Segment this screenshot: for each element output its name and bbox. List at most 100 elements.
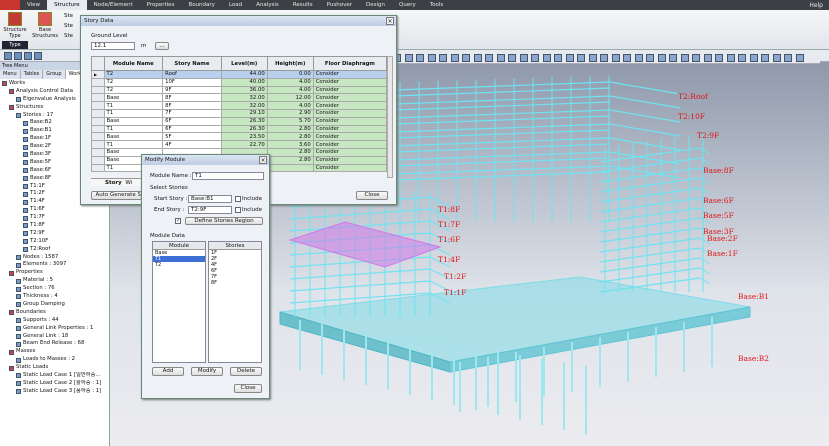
table-cell[interactable]: Base	[103, 116, 164, 126]
row-indicator[interactable]	[91, 116, 105, 126]
row-indicator[interactable]	[91, 155, 105, 165]
view-tool-icon[interactable]	[404, 54, 413, 62]
tree-item[interactable]: T2:10F	[0, 238, 109, 246]
stories-list[interactable]: Stories 1F 2F 4F 6F 7F 8F	[208, 241, 262, 363]
menu-design[interactable]: Design	[359, 0, 392, 10]
view-tool-icon[interactable]	[462, 54, 470, 62]
table-row[interactable]: T2 9F 36.00 4.00 Consider	[91, 85, 388, 95]
tree-item[interactable]: Static Loads	[0, 364, 109, 372]
row-indicator[interactable]	[91, 124, 105, 134]
table-cell[interactable]: Consider	[312, 116, 388, 126]
table-cell[interactable]: T2	[103, 85, 164, 95]
table-cell[interactable]: 4F	[162, 140, 222, 149]
add-button[interactable]: Add	[152, 367, 184, 376]
menu-results[interactable]: Results	[286, 0, 320, 10]
end-include-checkbox[interactable]	[235, 207, 241, 213]
table-row[interactable]: T1 6F 26.30 2.80 Consider	[91, 124, 388, 134]
row-indicator[interactable]	[91, 147, 105, 157]
view-tool-icon[interactable]	[554, 54, 562, 62]
tree-item[interactable]: Static Load Case 2 [활하중 : 1]	[0, 380, 109, 388]
help-menu[interactable]: Help	[809, 2, 829, 9]
view-tool-icon[interactable]	[749, 54, 758, 62]
view-tool-icon[interactable]	[485, 54, 493, 62]
tree-item[interactable]: Masses	[0, 348, 109, 356]
table-cell[interactable]: 2.80	[266, 124, 314, 134]
table-cell[interactable]: Consider	[312, 124, 388, 134]
row-indicator[interactable]	[91, 101, 105, 110]
view-tool-icon[interactable]	[450, 54, 459, 62]
view-tool-icon[interactable]	[473, 54, 482, 62]
view-tool-icon[interactable]	[726, 54, 735, 62]
table-cell[interactable]: Consider	[312, 163, 388, 173]
tree-item[interactable]: Thickness : 4	[0, 293, 109, 301]
menu-analysis[interactable]: Analysis	[249, 0, 286, 10]
table-cell[interactable]: 12.00	[266, 93, 314, 103]
menu-structure[interactable]: Structure	[47, 0, 87, 10]
end-story-select[interactable]: T2:9F	[188, 206, 232, 214]
menu-load[interactable]: Load	[222, 0, 249, 10]
table-cell[interactable]: Consider	[312, 70, 388, 79]
table-cell[interactable]: T1	[103, 108, 164, 118]
ground-level-input[interactable]: 12.1	[91, 42, 135, 50]
sheet-tab-wind[interactable]: Wi	[123, 180, 132, 186]
menu-query[interactable]: Query	[392, 0, 423, 10]
view-tool-icon[interactable]	[508, 54, 516, 62]
tree-item[interactable]: T1:8F	[0, 222, 109, 230]
row-indicator[interactable]	[91, 163, 105, 173]
modify-button[interactable]: Modify	[191, 367, 223, 376]
table-cell[interactable]: 4.00	[266, 101, 314, 110]
view-tool-icon[interactable]	[531, 54, 539, 62]
toolbar-icon-3[interactable]	[24, 52, 32, 60]
column-header[interactable]: Height(m)	[266, 56, 314, 71]
table-cell[interactable]: 23.50	[220, 132, 268, 142]
view-tool-icon[interactable]	[623, 54, 631, 62]
column-header[interactable]: Level(m)	[220, 56, 268, 71]
tree-item[interactable]: Loads to Masses : 2	[0, 356, 109, 364]
table-cell[interactable]: 26.30	[220, 124, 268, 134]
table-row[interactable]: ▶ T2 Roof 44.00 0.00 Consider	[91, 70, 388, 79]
table-cell[interactable]: Consider	[312, 140, 388, 149]
table-cell[interactable]: 9F	[162, 85, 222, 95]
tab-group[interactable]: Group	[43, 70, 66, 79]
toolbar-icon-2[interactable]	[14, 52, 22, 60]
sheet-tab-story[interactable]: Story	[91, 180, 122, 186]
tree-item[interactable]: General Link Properties : 1	[0, 325, 109, 333]
table-row[interactable]: Base 6F 26.30 5.70 Consider	[91, 116, 388, 126]
table-cell[interactable]: 5.70	[266, 116, 314, 126]
base-structures-button[interactable]: Base Structures	[30, 10, 60, 39]
ste-button-2[interactable]: Ste	[64, 23, 73, 29]
table-cell[interactable]: 7F	[162, 108, 222, 118]
story-close-button[interactable]: Close	[356, 191, 388, 200]
table-cell[interactable]: Consider	[312, 147, 388, 157]
tree-item[interactable]: Static Load Case 3 [풍하중 : 1]	[0, 388, 109, 396]
table-row[interactable]: T1 8F 32.00 4.00 Consider	[91, 101, 388, 110]
view-tool-icon[interactable]	[519, 54, 528, 62]
view-tool-icon[interactable]	[715, 54, 723, 62]
menu-node-element[interactable]: Node/Element	[87, 0, 140, 10]
module-name-input[interactable]: T1	[192, 172, 264, 180]
table-cell[interactable]: 40.00	[220, 77, 268, 87]
start-include-checkbox[interactable]	[235, 196, 241, 202]
table-cell[interactable]: Consider	[312, 132, 388, 142]
table-cell[interactable]: 26.30	[220, 116, 268, 126]
table-cell[interactable]: 6F	[162, 116, 222, 126]
tree-item[interactable]: Group Damping	[0, 301, 109, 309]
table-row[interactable]: T1 7F 29.10 2.90 Consider	[91, 108, 388, 118]
tree-item[interactable]: Material : 5	[0, 277, 109, 285]
tree-item[interactable]: T1:6F	[0, 206, 109, 214]
tree-item[interactable]: Boundaries	[0, 309, 109, 317]
table-cell[interactable]: Base	[103, 93, 164, 103]
close-icon[interactable]: ×	[386, 17, 394, 25]
view-tool-icon[interactable]	[416, 54, 424, 62]
table-cell[interactable]: Base	[103, 132, 164, 142]
view-tool-icon[interactable]	[703, 54, 712, 62]
view-tool-icon[interactable]	[669, 54, 677, 62]
start-story-select[interactable]: Base:B1	[188, 195, 232, 203]
table-cell[interactable]: Roof	[162, 70, 222, 79]
tree-item[interactable]: Beam End Release : 68	[0, 340, 109, 348]
toolbar-icon-1[interactable]	[4, 52, 12, 60]
tab-tables[interactable]: Tables	[21, 70, 44, 79]
menu-properties[interactable]: Properties	[140, 0, 182, 10]
view-tool-icon[interactable]	[657, 54, 666, 62]
view-tool-icon[interactable]	[611, 54, 620, 62]
